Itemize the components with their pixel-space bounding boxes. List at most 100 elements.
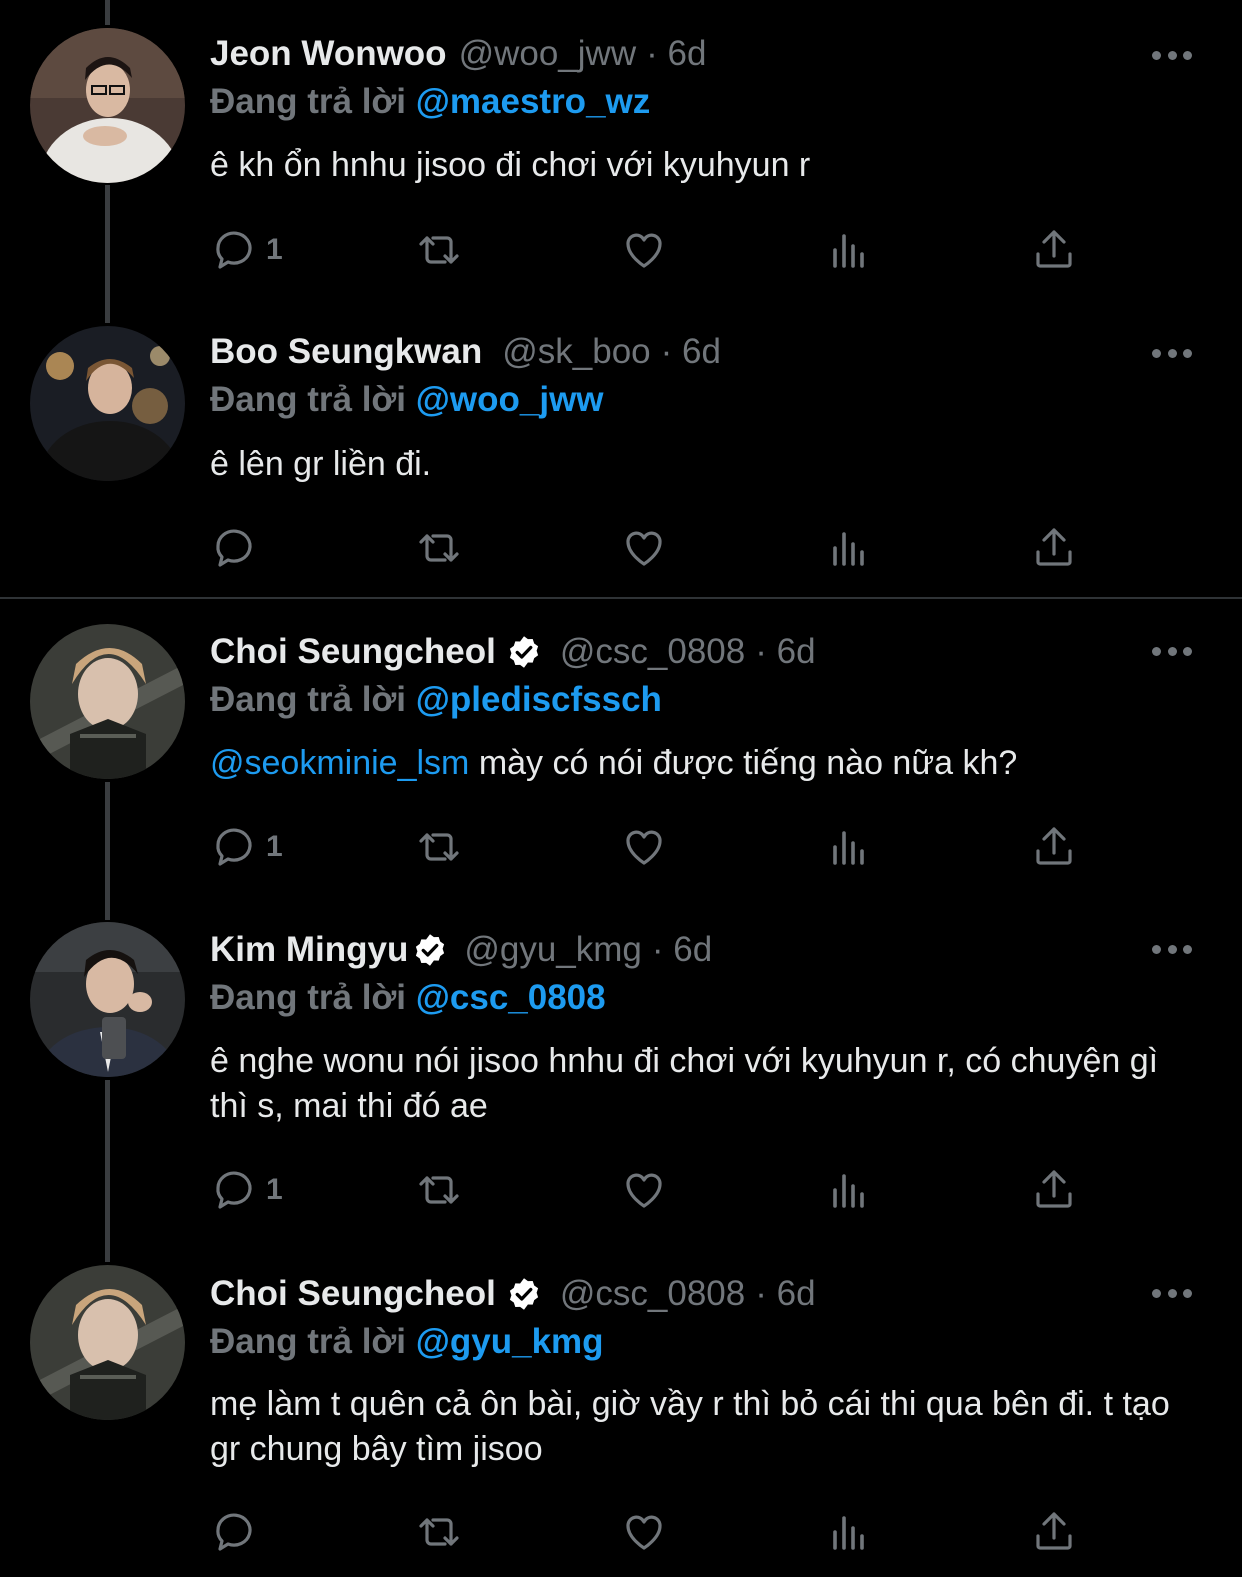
display-name[interactable]: Choi Seungcheol bbox=[210, 1274, 496, 1314]
replying-to-mention[interactable]: @woo_jww bbox=[416, 380, 604, 419]
replying-to: Đang trả lời @gyu_kmg bbox=[210, 1322, 604, 1362]
replying-to-mention[interactable]: @maestro_wz bbox=[416, 82, 651, 121]
more-options-icon[interactable] bbox=[1152, 644, 1192, 658]
timestamp[interactable]: · 6d bbox=[755, 632, 815, 672]
retweet-icon bbox=[419, 1518, 459, 1546]
reply-icon bbox=[216, 1513, 252, 1551]
analytics-button[interactable] bbox=[825, 1165, 873, 1215]
reply-button[interactable] bbox=[210, 1507, 266, 1557]
avatar[interactable] bbox=[30, 326, 185, 481]
reply-button[interactable]: 1 bbox=[210, 822, 283, 872]
verified-badge-icon bbox=[509, 1278, 538, 1310]
avatar[interactable] bbox=[30, 28, 185, 183]
tweet[interactable]: Kim Mingyu @gyu_kmg · 6d Đang trả lời @c… bbox=[0, 900, 1242, 1240]
replying-to: Đang trả lời @pledis‌cfssch bbox=[210, 680, 662, 720]
username[interactable]: @csc_0808 bbox=[560, 1274, 745, 1314]
username[interactable]: @sk_boo bbox=[502, 332, 650, 372]
tweet-actions bbox=[210, 523, 1090, 573]
replying-to-mention[interactable]: @pledis‌cfssch bbox=[416, 680, 662, 719]
replying-to-mention[interactable]: @csc_0808 bbox=[416, 978, 606, 1017]
reply-count: 1 bbox=[266, 1173, 283, 1206]
replying-prefix: Đang trả lời bbox=[210, 978, 407, 1017]
like-button[interactable] bbox=[620, 1507, 668, 1557]
like-button[interactable] bbox=[620, 822, 668, 872]
share-icon bbox=[1036, 1512, 1072, 1550]
more-options-icon[interactable] bbox=[1152, 48, 1192, 62]
share-button[interactable] bbox=[1030, 1165, 1078, 1215]
heart-icon bbox=[626, 830, 662, 865]
tweet-text: ê kh ổn hnhu jisoo đi chơi với kyuhyun r bbox=[210, 143, 1190, 188]
retweet-button[interactable] bbox=[415, 822, 463, 872]
display-name[interactable]: Kim Mingyu bbox=[210, 930, 408, 970]
timestamp[interactable]: · 6d bbox=[646, 34, 706, 74]
retweet-icon bbox=[419, 236, 459, 264]
username[interactable]: @woo_jww bbox=[459, 34, 637, 74]
retweet-icon bbox=[419, 1176, 459, 1204]
share-button[interactable] bbox=[1030, 523, 1078, 573]
replying-to: Đang trả lời @woo_jww bbox=[210, 380, 604, 420]
heart-icon bbox=[626, 531, 662, 566]
analytics-icon bbox=[833, 1516, 864, 1550]
share-button[interactable] bbox=[1030, 225, 1078, 275]
avatar[interactable] bbox=[30, 1265, 185, 1420]
replying-to: Đang trả lời @csc_0808 bbox=[210, 978, 606, 1018]
reply-button[interactable]: 1 bbox=[210, 1165, 283, 1215]
tweet-text: @seokminie_lsm mày có nói được tiếng nào… bbox=[210, 741, 1190, 786]
timestamp[interactable]: · 6d bbox=[661, 332, 721, 372]
heart-icon bbox=[626, 1515, 662, 1550]
tweet-text-content: mẹ làm t quên cả ôn bài, giờ vầy r thì b… bbox=[210, 1385, 1170, 1468]
share-icon bbox=[1036, 827, 1072, 865]
tweet[interactable]: Jeon Wonwoo @woo_jww · 6d Đang trả lời @… bbox=[0, 0, 1242, 300]
tweet-text-content: ê lên gr liền đi. bbox=[210, 445, 432, 483]
retweet-button[interactable] bbox=[415, 523, 463, 573]
tweet-text-content: ê nghe wonu nói jisoo hnhu đi chơi với k… bbox=[210, 1042, 1159, 1125]
more-options-icon[interactable] bbox=[1152, 346, 1192, 360]
timestamp[interactable]: · 6d bbox=[755, 1274, 815, 1314]
analytics-button[interactable] bbox=[825, 822, 873, 872]
display-name[interactable]: Boo Seungkwan bbox=[210, 332, 482, 372]
body-mention[interactable]: @seokminie_lsm bbox=[210, 744, 469, 782]
tweet-text-content: ê kh ổn hnhu jisoo đi chơi với kyuhyun r bbox=[210, 146, 811, 184]
retweet-icon bbox=[419, 833, 459, 861]
replying-to: Đang trả lời @maestro_wz bbox=[210, 82, 650, 122]
share-icon bbox=[1036, 230, 1072, 268]
replying-to-mention[interactable]: @gyu_kmg bbox=[416, 1322, 604, 1361]
retweet-icon bbox=[419, 534, 459, 562]
reply-icon bbox=[216, 231, 252, 269]
like-button[interactable] bbox=[620, 225, 668, 275]
username[interactable]: @csc_0808 bbox=[560, 632, 745, 672]
analytics-button[interactable] bbox=[825, 225, 873, 275]
reply-icon bbox=[216, 828, 252, 866]
display-name[interactable]: Choi Seungcheol bbox=[210, 632, 496, 672]
username[interactable]: @gyu_kmg bbox=[464, 930, 642, 970]
replying-prefix: Đang trả lời bbox=[210, 380, 407, 419]
section-divider bbox=[0, 597, 1242, 599]
retweet-button[interactable] bbox=[415, 1507, 463, 1557]
display-name[interactable]: Jeon Wonwoo bbox=[210, 34, 447, 74]
tweet[interactable]: Boo Seungkwan @sk_boo · 6d Đang trả lời … bbox=[0, 300, 1242, 598]
tweet[interactable]: Choi Seungcheol @csc_0808 · 6d Đang trả … bbox=[0, 600, 1242, 900]
retweet-button[interactable] bbox=[415, 225, 463, 275]
reply-button[interactable]: 1 bbox=[210, 225, 283, 275]
share-button[interactable] bbox=[1030, 822, 1078, 872]
like-button[interactable] bbox=[620, 1165, 668, 1215]
share-button[interactable] bbox=[1030, 1507, 1078, 1557]
more-options-icon[interactable] bbox=[1152, 942, 1192, 956]
replying-prefix: Đang trả lời bbox=[210, 1322, 407, 1361]
analytics-button[interactable] bbox=[825, 1507, 873, 1557]
retweet-button[interactable] bbox=[415, 1165, 463, 1215]
tweet-actions bbox=[210, 1507, 1090, 1557]
reply-button[interactable] bbox=[210, 523, 266, 573]
like-button[interactable] bbox=[620, 523, 668, 573]
tweet-text: ê nghe wonu nói jisoo hnhu đi chơi với k… bbox=[210, 1039, 1190, 1129]
tweet-header: Choi Seungcheol @csc_0808 · 6d bbox=[210, 632, 816, 672]
tweet[interactable]: Choi Seungcheol @csc_0808 · 6d Đang trả … bbox=[0, 1242, 1242, 1577]
more-options-icon[interactable] bbox=[1152, 1286, 1192, 1300]
tweet-header: Kim Mingyu @gyu_kmg · 6d bbox=[210, 930, 712, 970]
avatar[interactable] bbox=[30, 624, 185, 779]
avatar[interactable] bbox=[30, 922, 185, 1077]
timestamp[interactable]: · 6d bbox=[652, 930, 712, 970]
tweet-actions: 1 bbox=[210, 1165, 1090, 1215]
replying-prefix: Đang trả lời bbox=[210, 680, 407, 719]
analytics-button[interactable] bbox=[825, 523, 873, 573]
